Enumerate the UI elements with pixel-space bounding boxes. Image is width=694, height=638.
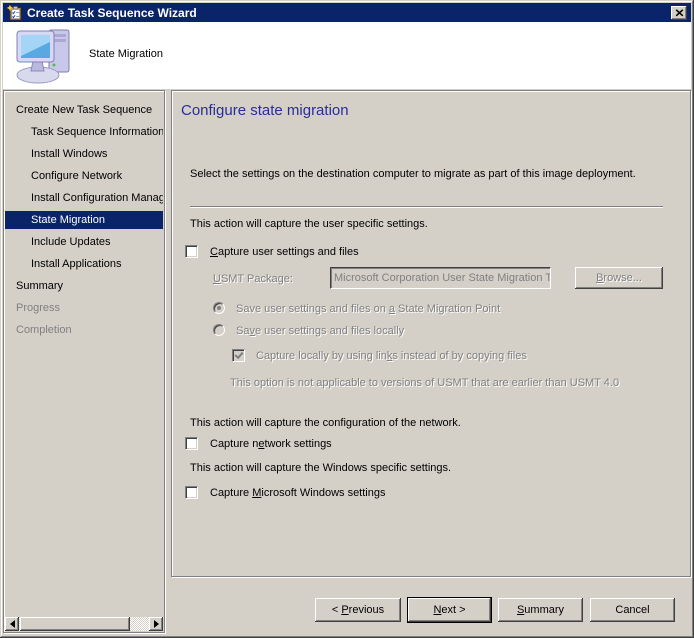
scroll-right-button[interactable] — [149, 617, 163, 631]
sidebar-item-state-migration[interactable]: State Migration — [5, 211, 163, 229]
title-bar: Create Task Sequence Wizard — [3, 3, 691, 22]
capture-windows-checkbox[interactable] — [185, 486, 198, 499]
arrow-right-icon — [154, 620, 159, 628]
capture-user-settings-checkbox[interactable] — [185, 245, 198, 258]
capture-links-label: Capture locally by using links instead o… — [256, 350, 527, 362]
page-title: Configure state migration — [181, 102, 349, 119]
computer-icon — [13, 27, 79, 90]
sidebar-item-completion: Completion — [5, 321, 163, 339]
close-icon — [675, 9, 684, 17]
section-divider — [190, 206, 663, 208]
windows-section-text: This action will capture the Windows spe… — [190, 462, 451, 474]
sidebar-horizontal-scrollbar[interactable] — [5, 617, 163, 631]
arrow-left-icon — [10, 620, 15, 628]
usmt-version-note: This option is not applicable to version… — [230, 377, 619, 389]
wizard-window: Create Task Sequence Wizard State Migrat… — [0, 0, 694, 638]
save-to-smp-label: Save user settings and files on a State … — [236, 303, 500, 315]
save-locally-radio — [213, 324, 225, 336]
sidebar-item-install-applications[interactable]: Install Applications — [5, 255, 163, 273]
user-settings-section-text: This action will capture the user specif… — [190, 218, 428, 230]
usmt-package-label: USMT Package: — [213, 273, 293, 285]
sidebar-item-configure-network[interactable]: Configure Network — [5, 167, 163, 185]
sidebar-item-include-updates[interactable]: Include Updates — [5, 233, 163, 251]
task-sequence-wizard-icon — [7, 5, 23, 21]
sidebar-item-install-windows[interactable]: Install Windows — [5, 145, 163, 163]
previous-button[interactable]: < Previous — [315, 598, 401, 622]
wizard-content-panel: Configure state migration Select the set… — [171, 90, 691, 577]
wizard-nav-sidebar: Create New Task Sequence Task Sequence I… — [3, 90, 165, 633]
browse-button: Browse... — [575, 267, 663, 289]
next-button[interactable]: Next > — [408, 598, 491, 622]
sidebar-item-summary[interactable]: Summary — [5, 277, 163, 295]
summary-button[interactable]: Summary — [498, 598, 583, 622]
wizard-header: State Migration — [3, 22, 691, 89]
save-to-smp-radio — [213, 302, 225, 314]
sidebar-item-install-configuration-manager[interactable]: Install Configuration Manag — [5, 189, 163, 207]
capture-network-checkbox[interactable] — [185, 437, 198, 450]
usmt-package-field: Microsoft Corporation User State Migrati… — [330, 267, 551, 289]
capture-network-label[interactable]: Capture network settings — [210, 438, 332, 450]
save-locally-label: Save user settings and files locally — [236, 325, 404, 337]
capture-windows-label[interactable]: Capture Microsoft Windows settings — [210, 487, 385, 499]
wizard-step-title: State Migration — [89, 48, 163, 60]
intro-text: Select the settings on the destination c… — [190, 168, 636, 180]
capture-links-checkbox — [232, 349, 245, 362]
cancel-button[interactable]: Cancel — [590, 598, 675, 622]
sidebar-item-progress: Progress — [5, 299, 163, 317]
network-section-text: This action will capture the configurati… — [190, 417, 461, 429]
scrollbar-thumb[interactable] — [20, 617, 130, 631]
close-button[interactable] — [671, 6, 687, 20]
scroll-left-button[interactable] — [5, 617, 19, 631]
sidebar-item-task-sequence-information[interactable]: Task Sequence Information — [5, 123, 163, 141]
sidebar-item-create-new-task-sequence[interactable]: Create New Task Sequence — [5, 101, 163, 119]
capture-user-settings-label[interactable]: Capture user settings and files — [210, 246, 359, 258]
window-title: Create Task Sequence Wizard — [27, 6, 671, 20]
